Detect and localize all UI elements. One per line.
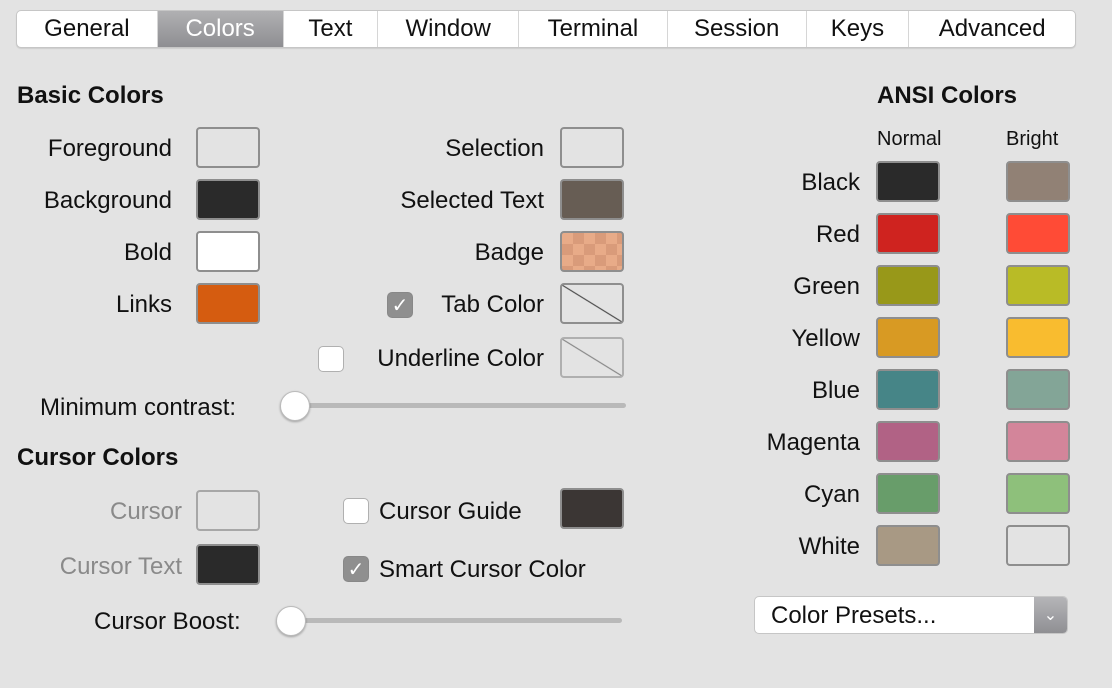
ansi-red-normal-swatch[interactable]	[876, 213, 940, 254]
cursor-swatch[interactable]	[196, 490, 260, 531]
underline-color-checkbox[interactable]	[318, 346, 344, 372]
ansi-yellow-bright-swatch[interactable]	[1006, 317, 1070, 358]
selected-text-label: Selected Text	[400, 187, 544, 214]
cursor-label: Cursor	[109, 498, 182, 525]
minimum-contrast-knob[interactable]	[280, 391, 310, 421]
ansi-cyan-label: Cyan	[803, 481, 860, 508]
cursor-guide-checkbox[interactable]	[343, 498, 369, 524]
ansi-green-label: Green	[793, 273, 860, 300]
smart-cursor-color-checkbox[interactable]: ✓	[343, 556, 369, 582]
tab-advanced[interactable]: Advanced	[909, 11, 1075, 47]
cursor-boost-slider[interactable]	[291, 618, 622, 623]
ansi-red-label: Red	[815, 221, 860, 248]
tab-keys[interactable]: Keys	[807, 11, 910, 47]
cursor-guide-label: Cursor Guide	[379, 498, 522, 525]
background-swatch[interactable]	[196, 179, 260, 220]
selection-label: Selection	[445, 135, 544, 162]
ansi-magenta-normal-swatch[interactable]	[876, 421, 940, 462]
underline-color-swatch[interactable]	[560, 337, 624, 378]
ansi-yellow-label: Yellow	[791, 325, 861, 352]
tab-colors[interactable]: Colors	[157, 11, 284, 47]
smart-cursor-color-label: Smart Cursor Color	[379, 556, 586, 583]
badge-label: Badge	[474, 239, 544, 266]
tab-terminal[interactable]: Terminal	[519, 11, 668, 47]
chevron-down-icon: ⌄	[1034, 597, 1067, 633]
links-swatch[interactable]	[196, 283, 260, 324]
ansi-blue-label: Blue	[811, 377, 860, 404]
basic-colors-heading: Basic Colors	[17, 82, 164, 109]
normal-column-label: Normal	[877, 128, 942, 150]
cursor-colors-heading: Cursor Colors	[17, 444, 179, 471]
background-label: Background	[43, 187, 172, 214]
ansi-green-bright-swatch[interactable]	[1006, 265, 1070, 306]
minimum-contrast-slider[interactable]	[295, 403, 626, 408]
bold-swatch[interactable]	[196, 231, 260, 272]
color-presets-label: Color Presets...	[771, 602, 937, 629]
cursor-guide-swatch[interactable]	[560, 488, 624, 529]
ansi-cyan-bright-swatch[interactable]	[1006, 473, 1070, 514]
underline-color-label: Underline Color	[377, 345, 544, 372]
ansi-black-label: Black	[801, 169, 860, 196]
cursor-boost-knob[interactable]	[276, 606, 306, 636]
tab-color-swatch[interactable]	[560, 283, 624, 324]
tab-general[interactable]: General	[17, 11, 158, 47]
selection-swatch[interactable]	[560, 127, 624, 168]
badge-swatch[interactable]	[560, 231, 624, 272]
ansi-blue-normal-swatch[interactable]	[876, 369, 940, 410]
tab-window[interactable]: Window	[378, 11, 520, 47]
bold-label: Bold	[123, 239, 172, 266]
cursor-text-swatch[interactable]	[196, 544, 260, 585]
tab-color-checkbox[interactable]: ✓	[387, 292, 413, 318]
ansi-blue-bright-swatch[interactable]	[1006, 369, 1070, 410]
foreground-label: Foreground	[47, 135, 172, 162]
ansi-yellow-normal-swatch[interactable]	[876, 317, 940, 358]
ansi-cyan-normal-swatch[interactable]	[876, 473, 940, 514]
bright-column-label: Bright	[1006, 128, 1059, 150]
cursor-text-label: Cursor Text	[59, 553, 182, 580]
ansi-black-bright-swatch[interactable]	[1006, 161, 1070, 202]
ansi-white-label: White	[798, 533, 860, 560]
ansi-green-normal-swatch[interactable]	[876, 265, 940, 306]
ansi-black-normal-swatch[interactable]	[876, 161, 940, 202]
tab-color-label: Tab Color	[441, 291, 544, 318]
links-label: Links	[115, 291, 172, 318]
minimum-contrast-label: Minimum contrast:	[40, 394, 237, 421]
ansi-red-bright-swatch[interactable]	[1006, 213, 1070, 254]
color-presets-dropdown[interactable]: Color Presets... ⌄	[754, 596, 1068, 634]
ansi-white-normal-swatch[interactable]	[876, 525, 940, 566]
tab-session[interactable]: Session	[668, 11, 807, 47]
tab-text[interactable]: Text	[284, 11, 379, 47]
selected-text-swatch[interactable]	[560, 179, 624, 220]
cursor-boost-label: Cursor Boost:	[94, 608, 241, 635]
tab-bar: General Colors Text Window Terminal Sess…	[16, 10, 1076, 48]
foreground-swatch[interactable]	[196, 127, 260, 168]
ansi-magenta-label: Magenta	[766, 429, 860, 456]
ansi-white-bright-swatch[interactable]	[1006, 525, 1070, 566]
ansi-magenta-bright-swatch[interactable]	[1006, 421, 1070, 462]
ansi-colors-heading: ANSI Colors	[877, 82, 1018, 109]
